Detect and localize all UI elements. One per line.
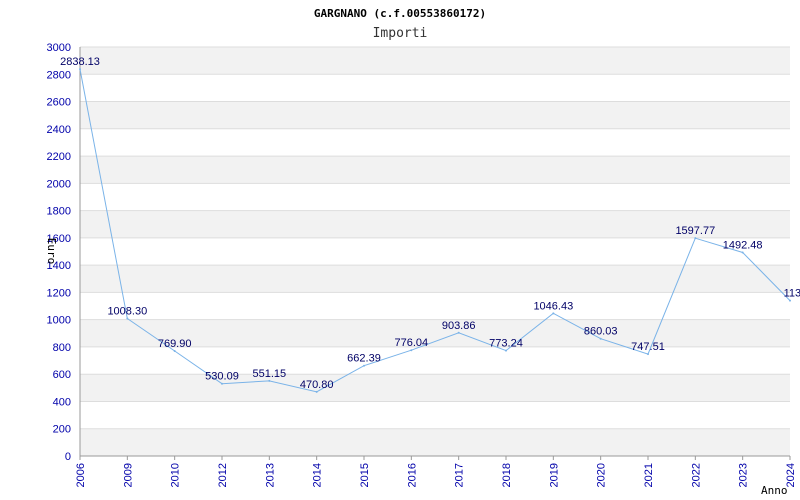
grid-band: [80, 265, 790, 293]
line-chart: 0200400600800100012001400160018002000220…: [45, 7, 800, 497]
data-label: 2838.13: [60, 56, 100, 68]
y-tick-label: 2200: [47, 151, 71, 163]
data-label: 1597.77: [675, 225, 715, 237]
data-point: [126, 317, 129, 320]
y-axis-title: Euro: [45, 238, 58, 265]
data-point: [457, 331, 460, 334]
data-point: [789, 299, 791, 302]
x-axis-title: Anno: [761, 484, 788, 497]
grid-band: [80, 47, 790, 75]
y-tick-label: 2400: [47, 124, 71, 136]
x-tick-label: 2020: [596, 463, 608, 487]
y-tick-label: 800: [53, 342, 71, 354]
chart-subtitle: Importi: [373, 26, 428, 41]
y-tick-label: 3000: [47, 42, 71, 54]
grid-band: [80, 428, 790, 456]
data-label: 1008.30: [107, 306, 147, 318]
x-tick-label: 2023: [738, 463, 750, 487]
y-tick-label: 200: [53, 424, 71, 436]
x-tick-label: 2014: [312, 463, 324, 487]
plot-bands: [80, 47, 790, 456]
data-label: 1492.48: [723, 240, 763, 252]
data-point: [315, 390, 318, 393]
x-tick-label: 2015: [359, 463, 371, 487]
x-tick-label: 2013: [264, 463, 276, 487]
data-point: [221, 382, 223, 385]
data-point: [741, 251, 744, 254]
y-tick-label: 0: [65, 451, 71, 463]
data-point: [694, 237, 697, 240]
x-tick-label: 2016: [406, 463, 418, 487]
chart-title: GARGNANO (c.f.00553860172): [314, 7, 486, 20]
x-tick-label: 2018: [501, 463, 513, 487]
data-label: 470.80: [300, 379, 334, 391]
x-tick-labels: 2006 2009 2010 2012 2013 2014 2015 2016 2017 2018…: [75, 456, 797, 487]
data-label: 662.39: [347, 353, 381, 365]
x-tick-label: 2009: [122, 463, 134, 487]
data-label: 530.09: [205, 371, 239, 383]
grid-band: [80, 101, 790, 129]
x-tick-label: 2006: [75, 463, 87, 487]
data-label: 776.04: [395, 337, 429, 349]
data-label: 1139.5: [784, 288, 800, 300]
grid-band: [80, 156, 790, 184]
x-tick-label: 2022: [690, 463, 702, 487]
data-label: 769.90: [158, 338, 192, 350]
x-tick-label: 2017: [454, 463, 466, 487]
data-point: [363, 364, 365, 367]
data-label: 1046.43: [533, 300, 573, 312]
y-tick-label: 400: [53, 396, 71, 408]
y-tick-label: 600: [53, 369, 71, 381]
data-point: [268, 379, 271, 382]
data-label: 773.24: [489, 338, 523, 350]
data-point: [505, 349, 507, 352]
y-tick-label: 2600: [47, 97, 71, 109]
data-point: [647, 353, 649, 356]
grid-band: [80, 374, 790, 402]
x-tick-label: 2019: [548, 463, 560, 487]
y-tick-label: 1000: [47, 315, 71, 327]
data-point: [173, 350, 176, 353]
y-tick-label: 1800: [47, 206, 71, 218]
y-tick-label: 2000: [47, 178, 71, 190]
x-tick-label: 2012: [217, 463, 229, 487]
data-label: 747.51: [631, 341, 665, 353]
data-point: [599, 337, 602, 340]
data-label: 551.15: [253, 368, 287, 380]
x-tick-label: 2010: [170, 463, 182, 487]
data-label: 860.03: [584, 326, 618, 338]
data-point: [79, 68, 81, 71]
data-point: [552, 312, 555, 315]
x-tick-label: 2021: [643, 463, 655, 487]
data-point: [410, 349, 413, 352]
y-tick-label: 1200: [47, 287, 71, 299]
data-label: 903.86: [442, 320, 476, 332]
y-tick-label: 2800: [47, 69, 71, 81]
